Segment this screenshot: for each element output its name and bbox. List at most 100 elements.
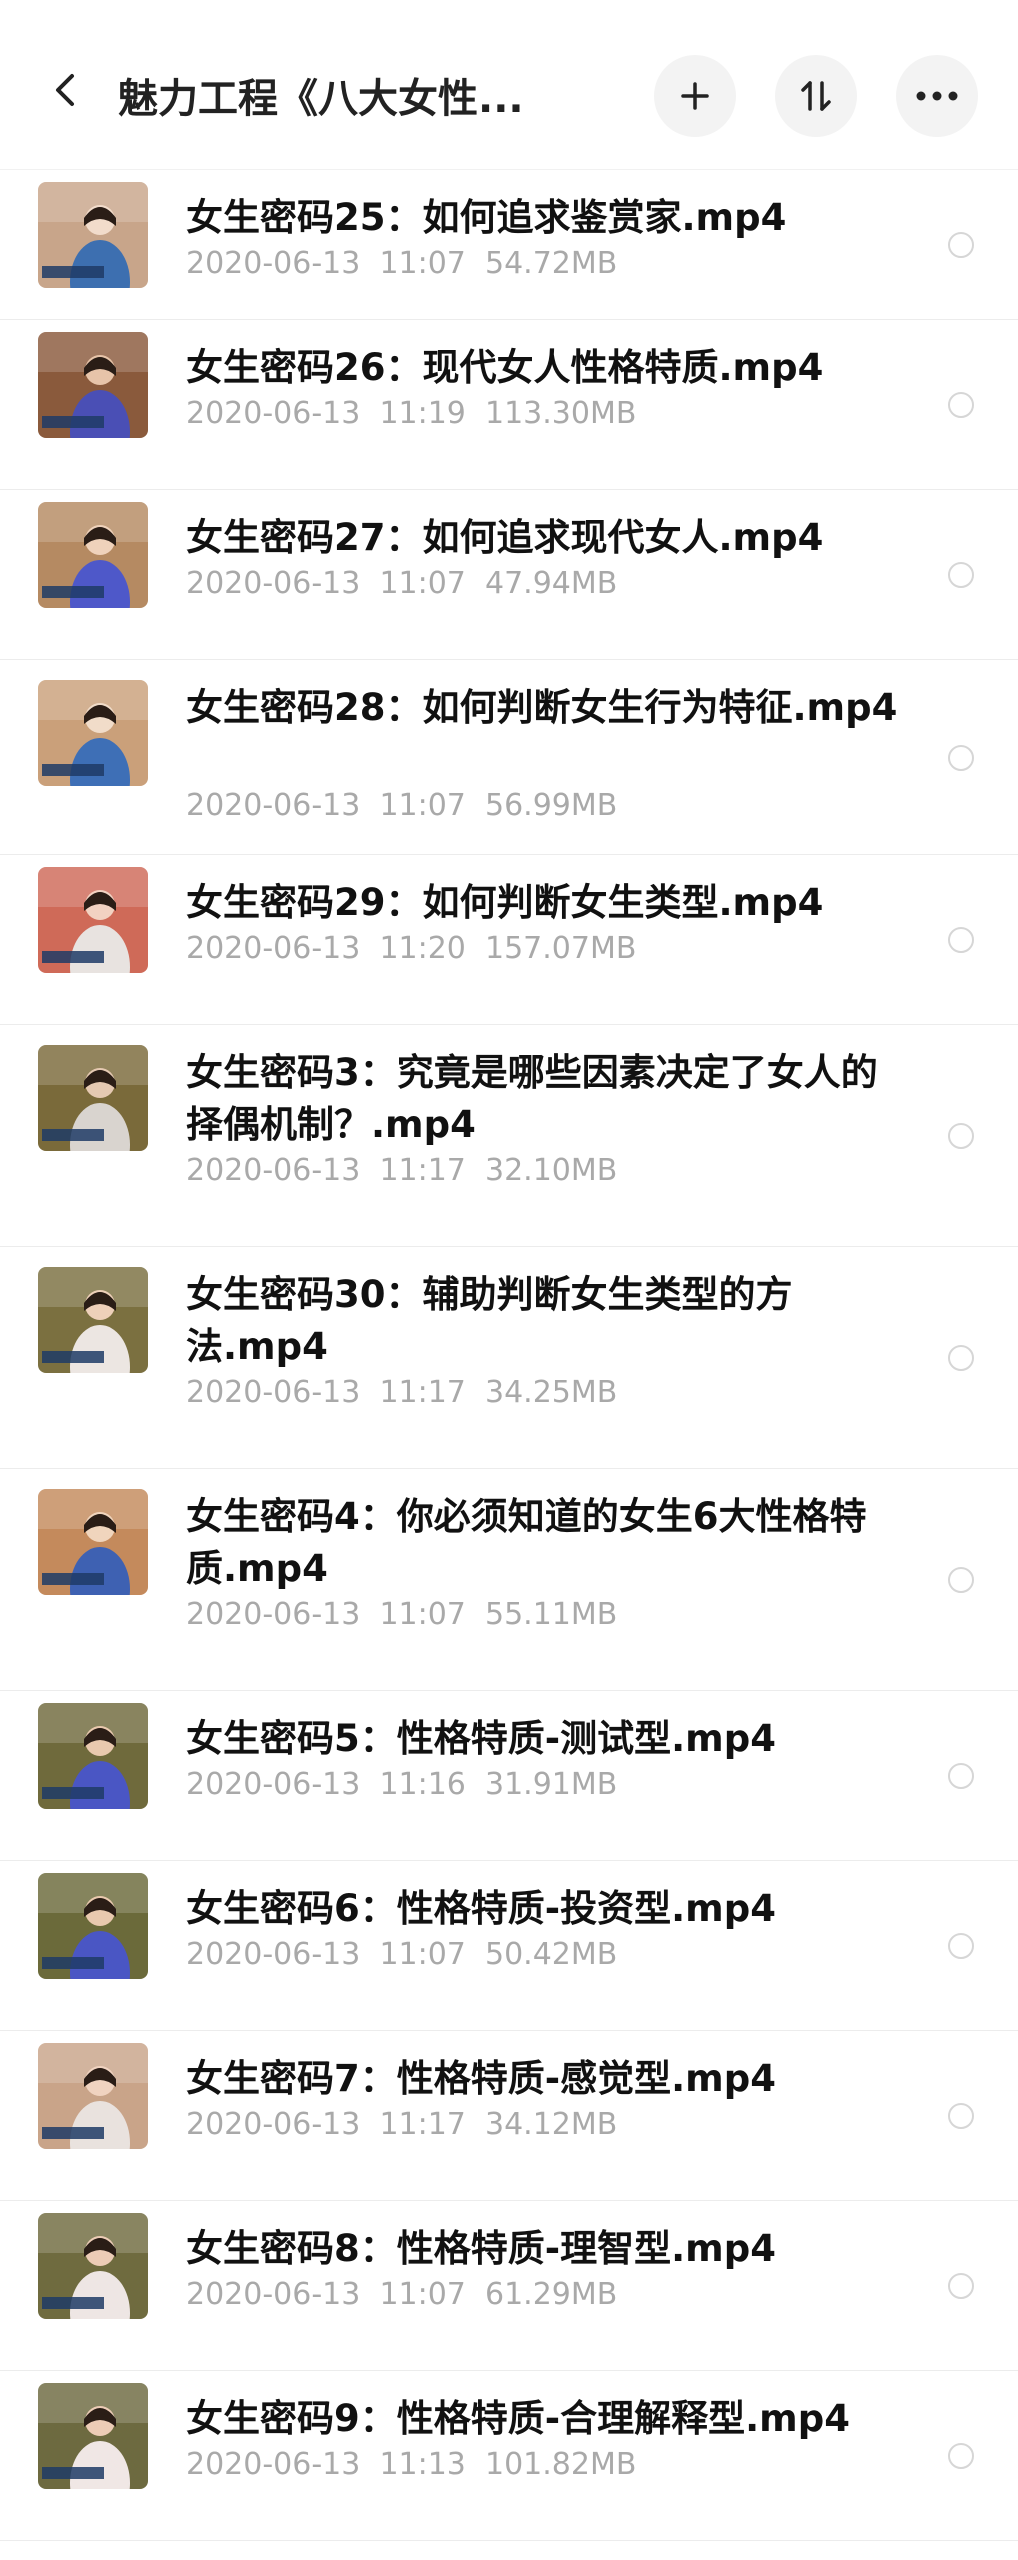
file-meta: 2020-06-13 11:17 34.25MB	[186, 1375, 617, 1410]
video-thumbnail	[38, 2043, 148, 2149]
file-date: 2020-06-13	[186, 1767, 361, 1802]
file-row[interactable]: 女生密码5：性格特质-测试型.mp4 2020-06-13 11:16 31.91…	[0, 1691, 1018, 1861]
file-time: 11:20	[379, 931, 466, 966]
file-name: 女生密码4：你必须知道的女生6大性格特质.mp4	[186, 1495, 867, 1590]
file-meta: 2020-06-13 11:19 113.30MB	[186, 396, 636, 431]
file-time: 11:17	[379, 2107, 466, 2142]
file-row[interactable]: 女生密码3：究竟是哪些因素决定了女人的择偶机制？.mp4 2020-06-13 1…	[0, 1025, 1018, 1247]
file-date: 2020-06-13	[186, 246, 361, 281]
file-time: 11:16	[379, 1767, 466, 1802]
select-radio[interactable]	[948, 232, 974, 258]
video-thumbnail	[38, 680, 148, 786]
select-radio[interactable]	[948, 562, 974, 588]
file-name: 女生密码5：性格特质-测试型.mp4	[186, 1717, 776, 1760]
video-thumbnail	[38, 502, 148, 608]
video-thumbnail	[38, 1045, 148, 1151]
file-size: 47.94MB	[484, 566, 618, 601]
file-meta: 2020-06-13 11:17 32.10MB	[186, 1153, 617, 1188]
header-bar: 魅力工程《八大女性...	[0, 0, 1018, 170]
file-row[interactable]: 女生密码28：如何判断女生行为特征.mp4 2020-06-13 11:07 56…	[0, 660, 1018, 855]
select-radio[interactable]	[948, 392, 974, 418]
file-size: 61.29MB	[484, 2277, 618, 2312]
page-title: 魅力工程《八大女性...	[118, 76, 524, 122]
file-time: 11:07	[379, 788, 466, 823]
file-name: 女生密码7：性格特质-感觉型.mp4	[186, 2057, 776, 2100]
file-meta: 2020-06-13 11:16 31.91MB	[186, 1767, 617, 1802]
file-size: 113.30MB	[484, 396, 637, 431]
file-time: 11:17	[379, 1153, 466, 1188]
file-row[interactable]: 女生密码27：如何追求现代女人.mp4 2020-06-13 11:07 47.9…	[0, 490, 1018, 660]
select-radio[interactable]	[948, 1567, 974, 1593]
more-button[interactable]	[896, 55, 978, 137]
app-window: 魅力工程《八大女性... 女生密码25：如何追求鉴赏家.mp4 2020-06-1	[0, 0, 1018, 2560]
file-date: 2020-06-13	[186, 1153, 361, 1188]
file-meta: 2020-06-13 11:07 47.94MB	[186, 566, 617, 601]
file-name: 女生密码30：辅助判断女生类型的方法.mp4	[186, 1273, 793, 1368]
video-thumbnail	[38, 1873, 148, 1979]
file-name: 女生密码27：如何追求现代女人.mp4	[186, 516, 824, 559]
file-date: 2020-06-13	[186, 396, 361, 431]
select-radio[interactable]	[948, 1345, 974, 1371]
file-row[interactable]: 女生密码26：现代女人性格特质.mp4 2020-06-13 11:19 113.…	[0, 320, 1018, 490]
file-date: 2020-06-13	[186, 788, 361, 823]
sort-button[interactable]	[775, 55, 857, 137]
select-radio[interactable]	[948, 1763, 974, 1789]
file-name: 女生密码29：如何判断女生类型.mp4	[186, 881, 824, 924]
file-meta: 2020-06-13 11:07 54.72MB	[186, 246, 617, 281]
select-radio[interactable]	[948, 2273, 974, 2299]
chevron-left-icon	[56, 74, 74, 106]
file-row[interactable]: 女生密码25：如何追求鉴赏家.mp4 2020-06-13 11:07 54.72…	[0, 170, 1018, 320]
file-time: 11:07	[379, 1937, 466, 1972]
select-radio[interactable]	[948, 1933, 974, 1959]
file-date: 2020-06-13	[186, 1375, 361, 1410]
file-time: 11:17	[379, 1375, 466, 1410]
file-size: 56.99MB	[484, 788, 618, 823]
select-radio[interactable]	[948, 744, 974, 771]
file-row[interactable]: 女生密码7：性格特质-感觉型.mp4 2020-06-13 11:17 34.12…	[0, 2031, 1018, 2201]
plus-icon	[681, 82, 709, 110]
video-thumbnail	[38, 332, 148, 438]
file-name: 女生密码26：现代女人性格特质.mp4	[186, 346, 824, 389]
video-thumbnail	[38, 1703, 148, 1809]
file-row[interactable]: 女生密码8：性格特质-理智型.mp4 2020-06-13 11:07 61.29…	[0, 2201, 1018, 2371]
file-meta: 2020-06-13 11:13 101.82MB	[186, 2447, 636, 2482]
add-button[interactable]	[654, 55, 736, 137]
file-row[interactable]: 女生密码9：性格特质-合理解释型.mp4 2020-06-13 11:13 101…	[0, 2371, 1018, 2541]
file-row[interactable]: 女生密码4：你必须知道的女生6大性格特质.mp4 2020-06-13 11:07…	[0, 1469, 1018, 1691]
file-date: 2020-06-13	[186, 566, 361, 601]
file-size: 31.91MB	[484, 1767, 618, 1802]
select-radio[interactable]	[948, 927, 974, 953]
select-radio[interactable]	[948, 2103, 974, 2129]
file-name: 女生密码28：如何判断女生行为特征.mp4	[186, 686, 898, 729]
file-meta: 2020-06-13 11:07 55.11MB	[186, 1597, 617, 1632]
select-radio[interactable]	[948, 2443, 974, 2469]
file-date: 2020-06-13	[186, 2107, 361, 2142]
select-radio[interactable]	[948, 1123, 974, 1149]
file-time: 11:07	[379, 566, 466, 601]
file-time: 11:13	[379, 2447, 466, 2482]
file-name: 女生密码3：究竟是哪些因素决定了女人的择偶机制？.mp4	[186, 1051, 878, 1146]
video-thumbnail	[38, 182, 148, 288]
video-thumbnail	[38, 1489, 148, 1595]
file-date: 2020-06-13	[186, 931, 361, 966]
file-size: 101.82MB	[484, 2447, 637, 2482]
file-meta: 2020-06-13 11:07 61.29MB	[186, 2277, 617, 2312]
file-name: 女生密码6：性格特质-投资型.mp4	[186, 1887, 776, 1930]
back-button[interactable]	[36, 60, 96, 120]
file-name: 女生密码8：性格特质-理智型.mp4	[186, 2227, 776, 2270]
more-horizontal-icon	[916, 91, 958, 101]
file-date: 2020-06-13	[186, 2447, 361, 2482]
file-size: 157.07MB	[484, 931, 637, 966]
file-date: 2020-06-13	[186, 1597, 361, 1632]
file-date: 2020-06-13	[186, 2277, 361, 2312]
file-row[interactable]: 女生密码6：性格特质-投资型.mp4 2020-06-13 11:07 50.42…	[0, 1861, 1018, 2031]
file-size: 34.25MB	[484, 1375, 618, 1410]
file-date: 2020-06-13	[186, 1937, 361, 1972]
file-meta: 2020-06-13 11:20 157.07MB	[186, 931, 636, 966]
video-thumbnail	[38, 2383, 148, 2489]
file-row[interactable]: 女生密码29：如何判断女生类型.mp4 2020-06-13 11:20 157.…	[0, 855, 1018, 1025]
file-meta: 2020-06-13 11:07 56.99MB	[186, 788, 617, 823]
file-time: 11:07	[379, 246, 466, 281]
file-name: 女生密码25：如何追求鉴赏家.mp4	[186, 196, 787, 239]
file-row[interactable]: 女生密码30：辅助判断女生类型的方法.mp4 2020-06-13 11:17 3…	[0, 1247, 1018, 1469]
